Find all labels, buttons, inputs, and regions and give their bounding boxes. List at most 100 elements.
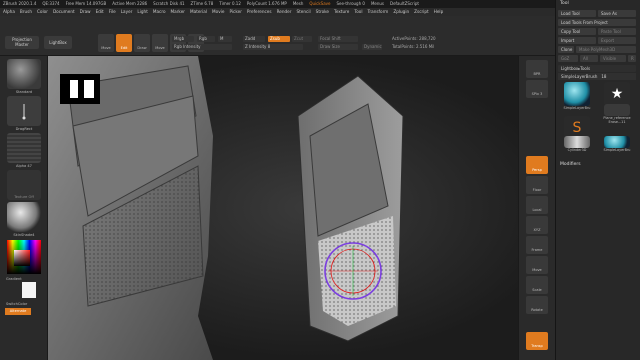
material-thumbnail[interactable] bbox=[7, 202, 41, 232]
floor-button[interactable]: Floor bbox=[526, 176, 548, 194]
transp-button[interactable]: Transp bbox=[526, 332, 548, 350]
draw-tool-button[interactable]: Draw bbox=[134, 34, 150, 52]
m-button[interactable]: M bbox=[218, 36, 232, 42]
menu-stencil[interactable]: Stencil bbox=[296, 8, 310, 16]
tool-item-label: SimpleLayerBru bbox=[563, 106, 591, 110]
default-zscript[interactable]: DefaultZScript bbox=[390, 0, 419, 8]
menu-tool[interactable]: Tool bbox=[354, 8, 362, 16]
menu-brush[interactable]: Brush bbox=[20, 8, 32, 16]
focal-shift-slider[interactable]: Focal Shift bbox=[318, 36, 358, 42]
menu-zplugin[interactable]: Zplugin bbox=[393, 8, 409, 16]
menu-material[interactable]: Material bbox=[190, 8, 207, 16]
local-button[interactable]: Local bbox=[526, 196, 548, 214]
rgb-intensity-slider[interactable]: Rgb Intensity bbox=[172, 44, 232, 50]
import-button[interactable]: Import bbox=[558, 37, 596, 44]
stroke-thumbnail[interactable] bbox=[7, 96, 41, 126]
menus-toggle[interactable]: Menus bbox=[371, 0, 384, 8]
menu-stroke[interactable]: Stroke bbox=[316, 8, 329, 16]
stat-free-mem: Free Mem 14.097GB bbox=[65, 1, 107, 6]
switch-color-button[interactable]: SwitchColor bbox=[6, 302, 48, 306]
export-button[interactable]: Export bbox=[598, 37, 636, 44]
tool-item-simplelayerbrush-2[interactable]: SimpleLayerBru bbox=[598, 136, 636, 170]
projection-master-button[interactable]: Projection Master bbox=[5, 36, 39, 49]
menu-color[interactable]: Color bbox=[37, 8, 48, 16]
menu-zscript[interactable]: Zscript bbox=[414, 8, 429, 16]
tool-item-eraser[interactable]: Erase...11 bbox=[598, 120, 636, 134]
menu-document[interactable]: Document bbox=[53, 8, 75, 16]
frame-button[interactable]: Frame bbox=[526, 236, 548, 254]
move-view-button[interactable]: Move bbox=[526, 256, 548, 274]
scale-view-button[interactable]: Scale bbox=[526, 276, 548, 294]
total-points-readout: TotalPoints: 2.516 Mil bbox=[392, 44, 435, 49]
quicksave-button[interactable]: QuickSave bbox=[309, 0, 330, 8]
menu-texture[interactable]: Texture bbox=[334, 8, 349, 16]
zcut-button[interactable]: Zcut bbox=[292, 36, 312, 42]
alpha-thumbnail[interactable] bbox=[7, 133, 41, 163]
material-label: SkinShade4 bbox=[13, 233, 35, 237]
paste-tool-button[interactable]: Paste Tool bbox=[598, 28, 636, 35]
see-through-slider[interactable]: See-through 0 bbox=[337, 0, 365, 8]
zsub-button[interactable]: Zsub bbox=[268, 36, 290, 42]
lightbox-button[interactable]: LightBox bbox=[44, 36, 72, 49]
z-intensity-slider[interactable]: Z Intensity 8 bbox=[243, 44, 303, 50]
app-title: ZBrush 2020.1.4 bbox=[3, 1, 37, 6]
menu-draw[interactable]: Draw bbox=[80, 8, 91, 16]
brush-thumbnail[interactable] bbox=[7, 59, 41, 89]
menu-picker[interactable]: Picker bbox=[229, 8, 241, 16]
move-button[interactable]: Move bbox=[152, 34, 168, 52]
xyz-button[interactable]: XYZ bbox=[526, 216, 548, 234]
canvas-viewport[interactable] bbox=[48, 56, 518, 360]
modifiers-section[interactable]: Modifiers bbox=[560, 162, 581, 167]
tool-item-simplelayerbrush[interactable]: SimpleLayerBru bbox=[558, 82, 596, 116]
alpha-label: Alpha 47 bbox=[16, 164, 32, 168]
persp-button[interactable]: Persp bbox=[526, 156, 548, 174]
copy-tool-button[interactable]: Copy Tool bbox=[558, 28, 596, 35]
menu-file[interactable]: File bbox=[109, 8, 116, 16]
active-points-readout: ActivePoints: 288,720 bbox=[392, 36, 436, 41]
rgb-button[interactable]: Rgb bbox=[197, 36, 215, 42]
zadd-button[interactable]: Zadd bbox=[243, 36, 265, 42]
dynamic-button[interactable]: Dynamic bbox=[362, 44, 382, 50]
color-saturation-square[interactable] bbox=[14, 250, 30, 266]
clone-button[interactable]: Clone bbox=[558, 46, 574, 53]
main-color-swatch[interactable] bbox=[22, 282, 36, 298]
sculpt-model bbox=[48, 56, 404, 360]
load-tools-from-project-button[interactable]: Load Tools From Project bbox=[558, 19, 636, 26]
menu-macro[interactable]: Macro bbox=[153, 8, 166, 16]
menu-edit[interactable]: Edit bbox=[96, 8, 104, 16]
menu-transform[interactable]: Transform bbox=[367, 8, 388, 16]
spix-button[interactable]: SPix 3 bbox=[526, 80, 548, 98]
stroke-dragrect-icon bbox=[22, 104, 26, 120]
save-as-button[interactable]: Save As bbox=[598, 10, 636, 17]
bpr-button[interactable]: BPR bbox=[526, 60, 548, 78]
left-shelf: Standard DragRect Alpha 47 Texture Off S… bbox=[0, 56, 48, 360]
edit-tool-button[interactable]: Edit bbox=[116, 34, 132, 52]
menu-help[interactable]: Help bbox=[434, 8, 444, 16]
menu-light[interactable]: Light bbox=[137, 8, 147, 16]
current-tool-slider[interactable]: SimpleLayerBrush 18 bbox=[558, 73, 636, 80]
r-button[interactable]: R bbox=[628, 55, 636, 62]
move-tool-button[interactable]: Move bbox=[98, 34, 114, 52]
load-tool-button[interactable]: Load Tool bbox=[558, 10, 596, 17]
alternate-button[interactable]: Alternate bbox=[5, 308, 31, 315]
top-toolbar: Projection Master LightBox Move Edit Dra… bbox=[0, 16, 555, 56]
tool-item-label: SimpleLayerBru bbox=[603, 148, 631, 152]
menu-preferences[interactable]: Preferences bbox=[247, 8, 272, 16]
menu-render[interactable]: Render bbox=[277, 8, 292, 16]
right-shelf: BPR SPix 3 Persp Floor Local XYZ Frame M… bbox=[518, 56, 555, 360]
menu-alpha[interactable]: Alpha bbox=[3, 8, 15, 16]
draw-size-slider[interactable]: Draw Size bbox=[318, 44, 358, 50]
menu-marker[interactable]: Marker bbox=[171, 8, 185, 16]
visible-button[interactable]: Visible bbox=[600, 55, 626, 62]
tool-item-label: Cylinder3D bbox=[567, 148, 587, 152]
mrgb-button[interactable]: Mrgb bbox=[172, 36, 194, 42]
goz-button[interactable]: GoZ bbox=[558, 55, 578, 62]
lightbox-tools-button[interactable]: Lightbox▸Tools bbox=[558, 65, 636, 72]
tool-palette-title: Tool bbox=[560, 1, 569, 6]
rotate-view-button[interactable]: Rotate bbox=[526, 296, 548, 314]
menu-movie[interactable]: Movie bbox=[212, 8, 224, 16]
all-button[interactable]: All bbox=[580, 55, 598, 62]
make-polymesh-button[interactable]: Make PolyMesh3D bbox=[576, 46, 636, 53]
title-bar: ZBrush 2020.1.4 QE:3374 Free Mem 14.097G… bbox=[0, 0, 555, 8]
menu-layer[interactable]: Layer bbox=[121, 8, 133, 16]
